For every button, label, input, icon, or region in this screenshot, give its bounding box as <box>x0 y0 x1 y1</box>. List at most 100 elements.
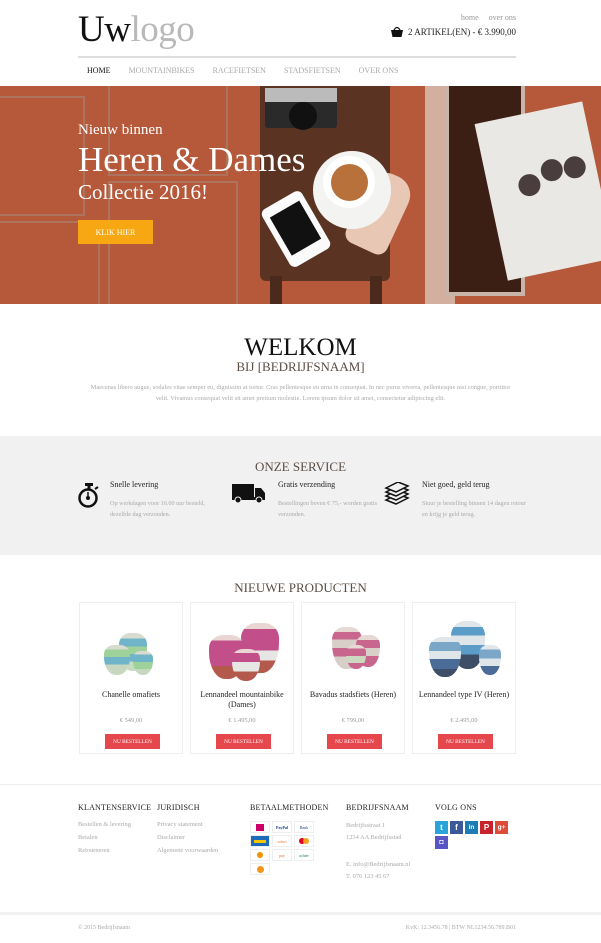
footer-heading: KLANTENSERVICE <box>78 803 152 812</box>
product-image[interactable] <box>421 613 509 683</box>
product-name[interactable]: Bavadus stadsfiets (Heren) <box>306 690 400 700</box>
mastercard-icon <box>294 835 314 847</box>
footer-klantenservice: KLANTENSERVICE Bestellen & levering Beta… <box>78 803 151 854</box>
bancontact-icon <box>250 835 270 847</box>
paypal-icon: PayPal <box>272 821 292 833</box>
order-button[interactable]: NU BESTELLEN <box>105 734 160 749</box>
achteraf-betalen-icon: achter <box>294 849 314 861</box>
ideal-icon <box>250 821 270 833</box>
linkedin-icon[interactable]: in <box>465 821 478 834</box>
products-title: NIEUWE PRODUCTEN <box>234 580 367 595</box>
company-email[interactable]: E. info@Bedrijfsnaam.nl <box>346 861 410 868</box>
magazine-photo <box>538 157 565 184</box>
nav-item-stadsfietsen[interactable]: STADSFIETSEN <box>275 66 350 75</box>
product-name[interactable]: Lennandeel type IV (Heren) <box>417 690 511 700</box>
product-image[interactable] <box>199 613 287 683</box>
basket-icon <box>391 26 404 37</box>
header-divider <box>78 56 516 58</box>
footer-link[interactable]: Disclaimer <box>157 834 218 841</box>
footer-link[interactable]: Betalen <box>78 834 151 841</box>
bitcoin-icon <box>250 863 270 875</box>
footer-link[interactable]: Bestellen & levering <box>78 821 151 828</box>
product-name[interactable]: Chanelle omafiets <box>84 690 178 700</box>
twitter-icon[interactable]: t <box>435 821 448 834</box>
footer-link[interactable]: Privacy statement <box>157 821 218 828</box>
product-image[interactable] <box>88 613 176 683</box>
service-item-text: Bestellingen boven € 75,- worden gratis … <box>278 500 377 518</box>
order-button[interactable]: NU BESTELLEN <box>438 734 493 749</box>
facebook-icon[interactable]: f <box>450 821 463 834</box>
hero-kicker: Nieuw binnen <box>78 122 163 138</box>
company-registration: KvK: 12.3456.78 | BTW NL1234.56.789.B01 <box>405 925 516 931</box>
afterpay-icon: pay <box>272 849 292 861</box>
product-card[interactable]: Bavadus stadsfiets (Heren) € 799,00 NU B… <box>301 602 405 754</box>
welcome-subtitle: BIJ [BEDRIJFSNAAM] <box>236 359 365 374</box>
footer-link[interactable]: Algemene voorwaarden <box>157 847 218 854</box>
hero-title: Heren & Dames <box>78 140 306 179</box>
footer-link[interactable]: Retourneren <box>78 847 151 854</box>
nav-item-home[interactable]: HOME <box>78 66 120 75</box>
order-button[interactable]: NU BESTELLEN <box>216 734 271 749</box>
product-card[interactable]: Lennandeel type IV (Heren) € 2.495,00 NU… <box>412 602 516 754</box>
product-price: € 1.495,00 <box>228 717 256 724</box>
magazine-photo <box>561 154 588 181</box>
truck-icon <box>232 484 265 504</box>
nav-item-over-ons[interactable]: OVER ONS <box>350 66 408 75</box>
service-item-title: Gratis verzending <box>278 480 336 489</box>
footer-divider <box>0 784 601 785</box>
camera <box>265 88 337 130</box>
nav-item-racefietsen[interactable]: RACEFIETSEN <box>204 66 275 75</box>
instagram-icon[interactable]: ◘ <box>435 836 448 849</box>
footer-betaalmethoden: BETAALMETHODEN <box>250 803 329 812</box>
product-price: € 799,00 <box>341 717 365 724</box>
cart-summary[interactable]: 2 ARTIKEL(EN) - € 3.990,00 <box>391 26 516 37</box>
company-city: 1234 AA Bedrijfsstad <box>346 834 402 841</box>
footer-social: VOLG ONS <box>435 803 477 812</box>
nav-item-mountainbikes[interactable]: MOUNTAINBIKES <box>120 66 204 75</box>
money-stack-icon <box>384 482 410 505</box>
top-link-home[interactable]: home <box>461 13 479 22</box>
footer-juridisch: JURIDISCH Privacy statement Disclaimer A… <box>157 803 218 854</box>
product-price: € 2.495,00 <box>450 717 478 724</box>
floor-tile <box>0 96 85 216</box>
footer-heading: BEDRIJFSNAAM <box>346 803 409 812</box>
table-leg <box>370 276 382 304</box>
product-card[interactable]: Chanelle omafiets € 549,00 NU BESTELLEN <box>79 602 183 754</box>
product-image[interactable] <box>310 613 398 683</box>
pinterest-icon[interactable]: P <box>480 821 493 834</box>
order-button[interactable]: NU BESTELLEN <box>327 734 382 749</box>
product-price: € 549,00 <box>119 717 143 724</box>
magazine-photo <box>516 172 543 199</box>
service-title: ONZE SERVICE <box>254 459 347 474</box>
logo-bold: Uw <box>78 9 131 50</box>
company-address: Bedrijfsstraat 1 <box>346 822 386 829</box>
hero-subtitle: Collectie 2016! <box>78 180 209 204</box>
service-item-title: Niet goed, geld terug <box>422 480 490 489</box>
footer-heading: BETAALMETHODEN <box>250 803 329 812</box>
bank-transfer-icon: Bank <box>294 821 314 833</box>
main-nav: HOME MOUNTAINBIKES RACEFIETSEN STADSFIET… <box>78 66 407 75</box>
top-links: home over ons <box>453 13 516 22</box>
top-link-over-ons[interactable]: over ons <box>489 13 516 22</box>
product-name[interactable]: Lennandeel mountainbike (Dames) <box>195 690 289 710</box>
cart-label: 2 ARTIKEL(EN) - € 3.990,00 <box>408 26 516 37</box>
tea <box>331 164 368 201</box>
overboeking-icon <box>250 849 270 861</box>
sofort-icon: sofort <box>272 835 292 847</box>
footer-bedrijf: BEDRIJFSNAAM Bedrijfsstraat 1 1234 AA Be… <box>346 803 410 880</box>
footer-heading: JURIDISCH <box>157 803 200 812</box>
logo-light: logo <box>130 9 195 50</box>
table-leg <box>270 276 282 304</box>
product-card[interactable]: Lennandeel mountainbike (Dames) € 1.495,… <box>190 602 294 754</box>
company-phone: T. 076 123 45 67 <box>346 873 390 880</box>
welcome-text: Maecenas libero augue, sodales vitae sem… <box>90 384 511 402</box>
hero-cta-button[interactable]: KLIK HIER <box>78 220 153 244</box>
google-plus-icon[interactable]: g+ <box>495 821 508 834</box>
copyright: © 2015 Bedrijfsnaam <box>78 925 130 931</box>
welcome-title: WELKOM <box>244 334 357 361</box>
stopwatch-icon <box>78 483 99 508</box>
footer-heading: VOLG ONS <box>435 803 477 812</box>
footer-bottom-divider <box>0 912 601 915</box>
logo[interactable]: Uwlogo <box>78 8 195 51</box>
service-item-text: Op werkdagen voor 16.00 uur besteld, dez… <box>110 500 206 518</box>
